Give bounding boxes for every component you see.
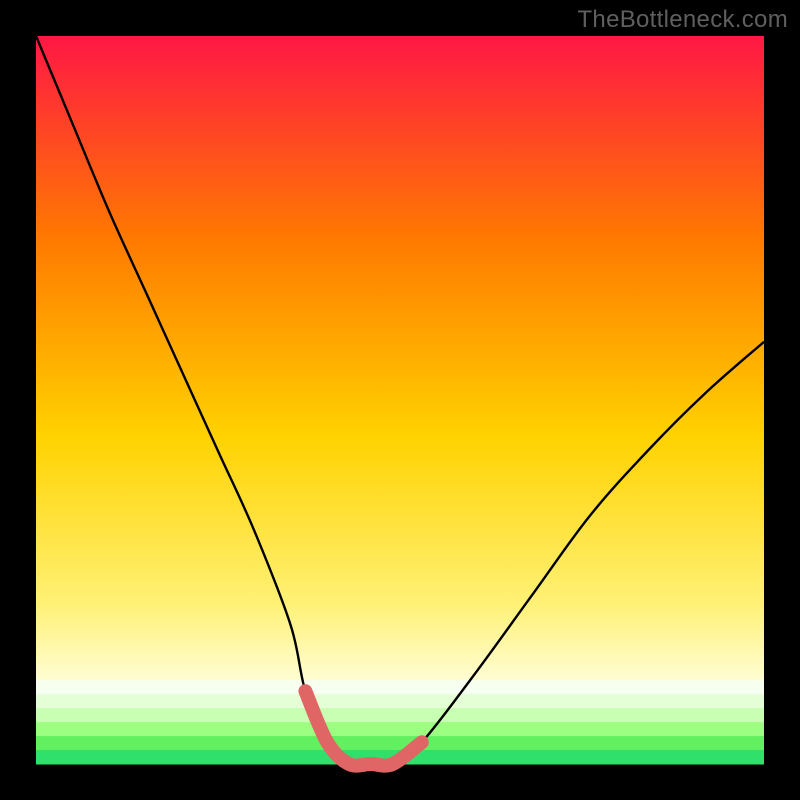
watermark-text: TheBottleneck.com <box>577 6 788 34</box>
plot-background <box>36 36 764 764</box>
chart-container: TheBottleneck.com <box>0 0 800 800</box>
green-band <box>36 708 764 723</box>
green-band <box>36 694 764 709</box>
green-band <box>36 722 764 737</box>
chart-svg <box>0 0 800 800</box>
green-band <box>36 736 764 751</box>
green-band <box>36 680 764 695</box>
